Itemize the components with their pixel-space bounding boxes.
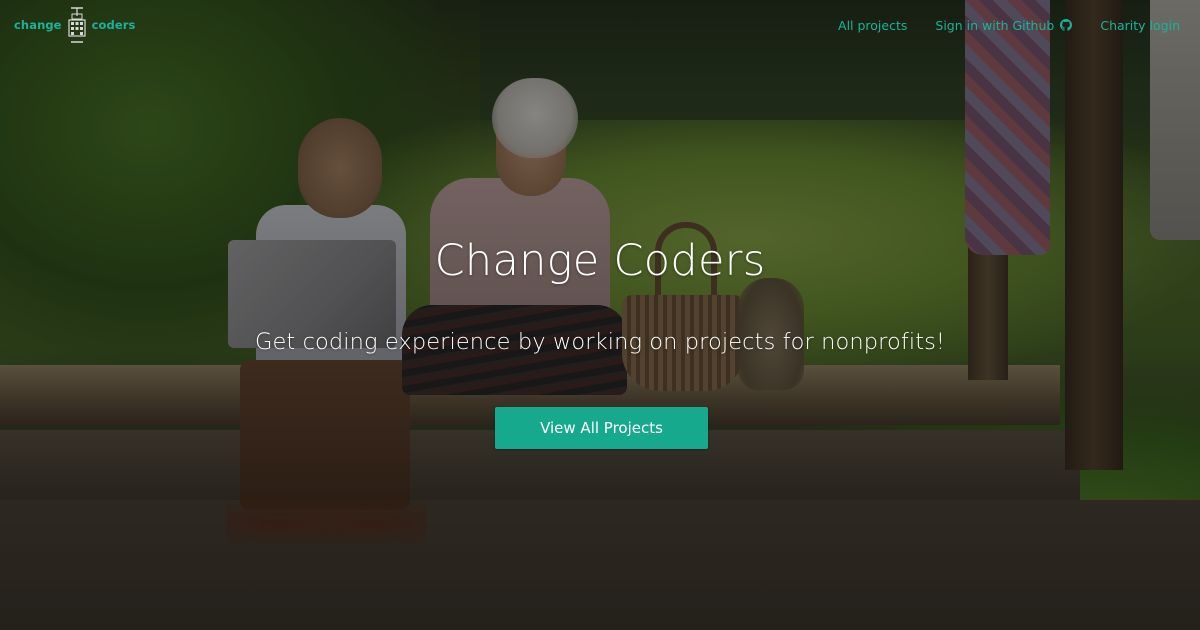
nav-link-label: Charity login — [1100, 17, 1180, 33]
nav-link-label: All projects — [838, 17, 908, 33]
hero-subtitle: Get coding experience by working on proj… — [254, 329, 946, 355]
navbar: change coders All projects Sign in with … — [0, 0, 1200, 50]
hero-title: Change Coders — [434, 236, 766, 286]
nav-link-label: Sign in with Github — [935, 17, 1055, 33]
nav-link-sign-in-github[interactable]: Sign in with Github — [935, 17, 1073, 33]
nav-link-all-projects[interactable]: All projects — [838, 18, 907, 33]
brand-text-left: change — [14, 18, 62, 32]
view-all-projects-button[interactable]: View All Projects — [495, 407, 708, 449]
nav-links: All projects Sign in with Github Charity… — [838, 18, 1180, 33]
github-icon — [1060, 19, 1073, 31]
building-icon — [67, 6, 87, 44]
hero-section: Change Coders Get coding experience by w… — [0, 0, 1200, 630]
brand-logo-link[interactable]: change coders — [14, 6, 135, 44]
brand-text-right: coders — [91, 18, 136, 32]
nav-link-charity-login[interactable]: Charity login — [1100, 18, 1180, 33]
